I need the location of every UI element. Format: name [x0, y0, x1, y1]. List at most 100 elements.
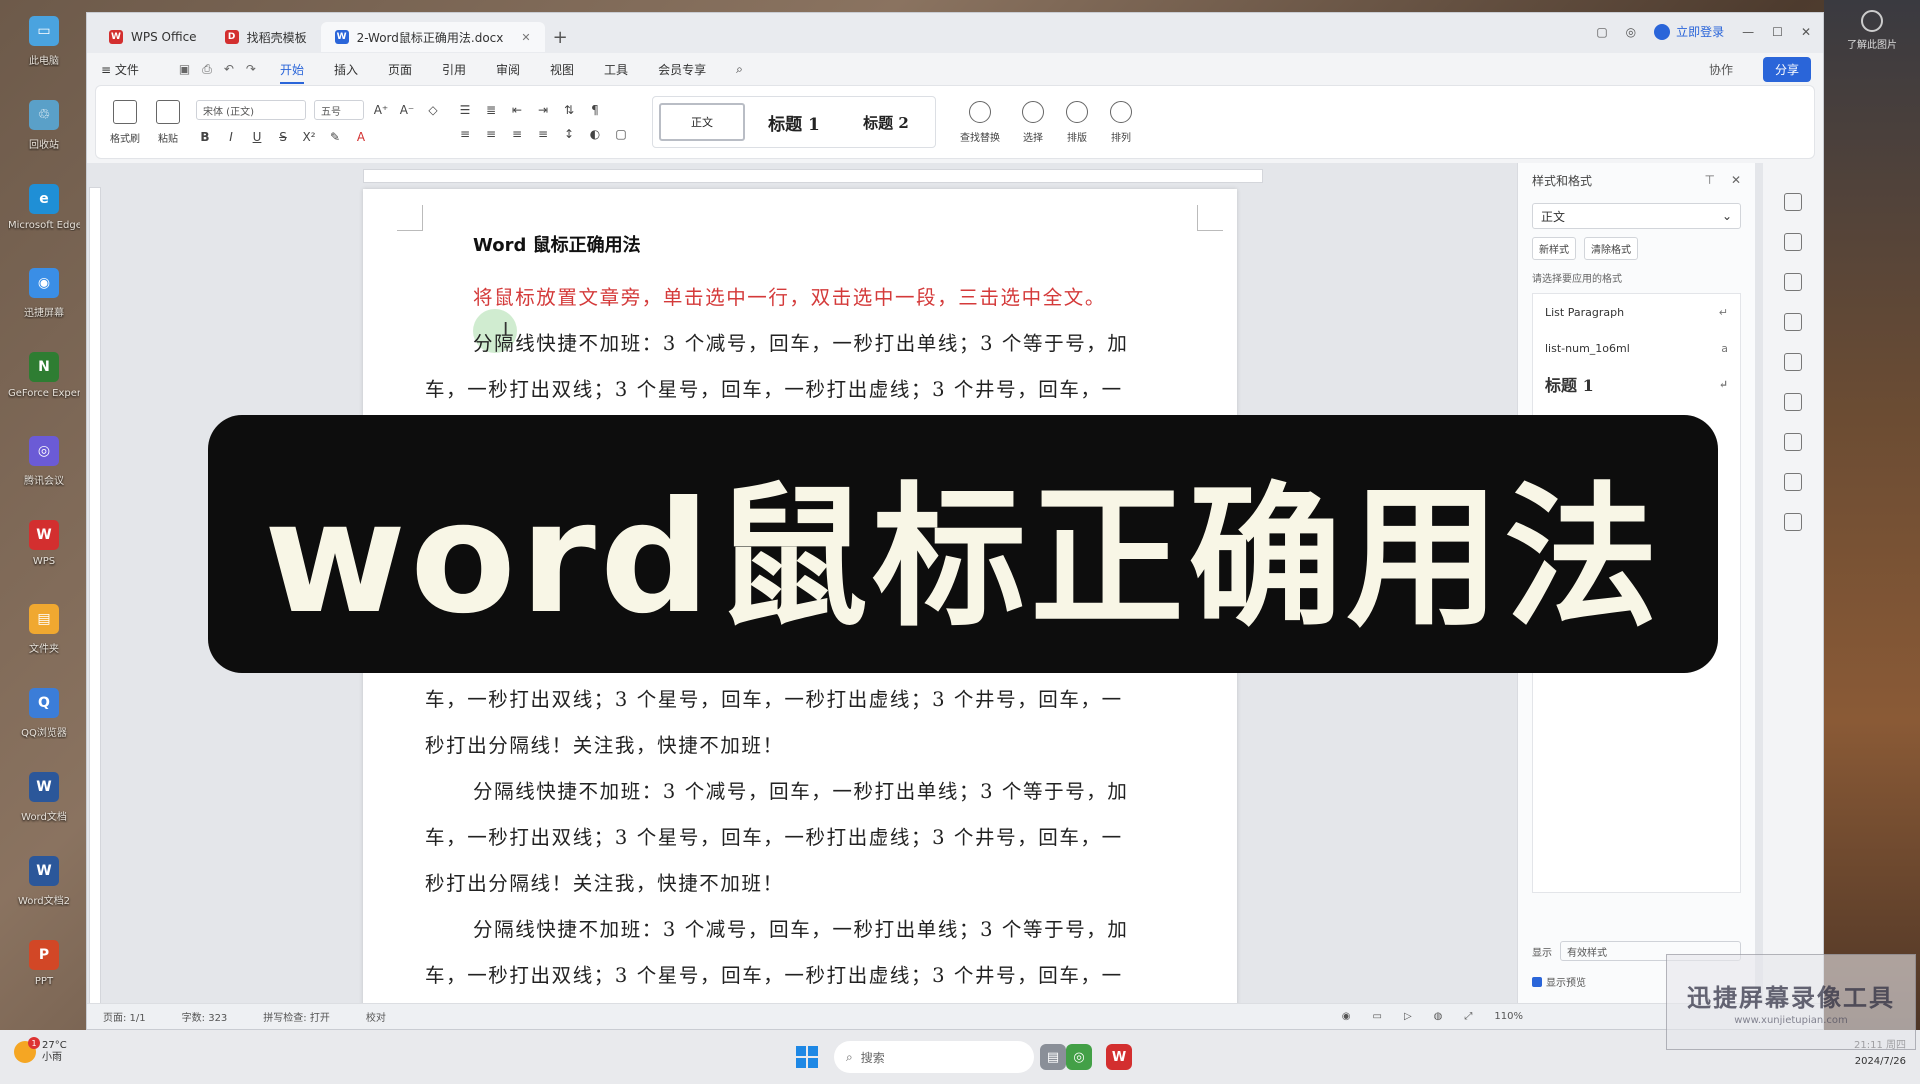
- web-view-icon[interactable]: ◍: [1434, 1011, 1443, 1022]
- desktop-icon[interactable]: W WPS: [8, 514, 80, 598]
- select-icon[interactable]: [1784, 233, 1802, 251]
- edit-icon[interactable]: [1784, 193, 1802, 211]
- wps-taskbar-icon[interactable]: W: [1106, 1044, 1132, 1070]
- strikethrough-icon[interactable]: S̶: [274, 130, 292, 144]
- desktop-icon[interactable]: N GeForce Experience: [8, 346, 80, 430]
- find-replace-button[interactable]: 查找替换: [960, 100, 1000, 144]
- style-heading1[interactable]: 标题 1: [751, 103, 837, 141]
- arrange-button[interactable]: 排列: [1110, 100, 1132, 144]
- desktop-icon[interactable]: ▤ 文件夹: [8, 598, 80, 682]
- undo-icon[interactable]: ↶: [224, 62, 234, 77]
- menu-reference[interactable]: 引用: [442, 61, 466, 78]
- current-style-select[interactable]: 正文 ⌄: [1532, 203, 1741, 229]
- clear-format-icon[interactable]: ◇: [424, 103, 442, 117]
- menu-insert[interactable]: 插入: [334, 61, 358, 78]
- desktop-icon[interactable]: Q QQ浏览器: [8, 682, 80, 766]
- vertical-ruler[interactable]: [89, 187, 101, 1017]
- menu-page[interactable]: 页面: [388, 61, 412, 78]
- maximize-icon[interactable]: ☐: [1772, 25, 1783, 39]
- collab-button[interactable]: 协作: [1709, 61, 1733, 78]
- decrease-indent-icon[interactable]: ⇤: [508, 103, 526, 117]
- file-menu[interactable]: ≡ 文件: [101, 61, 139, 78]
- zoom-fit-icon[interactable]: ⤢: [1464, 1011, 1472, 1022]
- grow-font-icon[interactable]: A⁺: [372, 103, 390, 117]
- desktop-icon[interactable]: ◎ 腾讯会议: [8, 430, 80, 514]
- align-right-icon[interactable]: ≡: [508, 127, 526, 141]
- desktop-icon[interactable]: ♲ 回收站: [8, 94, 80, 178]
- desktop-icon[interactable]: e Microsoft Edge: [8, 178, 80, 262]
- backup-icon[interactable]: [1784, 473, 1802, 491]
- save-icon[interactable]: ▣: [179, 62, 190, 77]
- bullet-list-icon[interactable]: ☰: [456, 103, 474, 117]
- share-button[interactable]: 分享: [1762, 57, 1811, 82]
- font-color-icon[interactable]: A: [352, 130, 370, 144]
- style-item[interactable]: 标题 1 ↵: [1533, 366, 1740, 402]
- navigation-icon[interactable]: [1784, 353, 1802, 371]
- style-normal[interactable]: 正文: [659, 103, 745, 141]
- taskbar-search[interactable]: ⌕ 搜索: [834, 1041, 1034, 1073]
- search-icon[interactable]: ⌕: [736, 62, 743, 77]
- desktop-icon[interactable]: ◉ 迅捷屏幕: [8, 262, 80, 346]
- italic-icon[interactable]: I: [222, 130, 240, 144]
- desktop-icon[interactable]: P PPT: [8, 934, 80, 1018]
- highlight-icon[interactable]: ✎: [326, 130, 344, 144]
- close-window-icon[interactable]: ✕: [1801, 25, 1811, 39]
- word-count[interactable]: 字数: 323: [182, 1009, 228, 1024]
- format-painter-button[interactable]: 格式刷: [110, 99, 140, 145]
- wechat-icon[interactable]: ◎: [1066, 1044, 1092, 1070]
- preview-checkbox[interactable]: 显示预览: [1532, 974, 1586, 989]
- sort-icon[interactable]: ⇅: [560, 103, 578, 117]
- start-button[interactable]: [796, 1046, 818, 1068]
- minimize-icon[interactable]: —: [1742, 25, 1754, 39]
- align-center-icon[interactable]: ≡: [482, 127, 500, 141]
- tab-document[interactable]: W 2-Word鼠标正确用法.docx ✕: [320, 22, 545, 52]
- select-button[interactable]: 选择: [1022, 100, 1044, 144]
- layout-icon[interactable]: ▢: [1596, 25, 1607, 39]
- style-item[interactable]: list-num_1o6ml a: [1533, 330, 1740, 366]
- play-icon[interactable]: ▷: [1404, 1011, 1412, 1022]
- close-panel-icon[interactable]: ✕: [1731, 173, 1741, 187]
- paste-button[interactable]: 粘贴: [156, 99, 180, 145]
- eye-icon[interactable]: ◉: [1342, 1011, 1351, 1022]
- redo-icon[interactable]: ↷: [246, 62, 256, 77]
- new-tab-icon[interactable]: +: [553, 27, 568, 48]
- properties-icon[interactable]: [1784, 273, 1802, 291]
- more-icon[interactable]: [1784, 513, 1802, 531]
- skin-icon[interactable]: ◎: [1626, 25, 1636, 39]
- desktop-icon[interactable]: W Word文档2: [8, 850, 80, 934]
- page-count[interactable]: 页面: 1/1: [103, 1009, 146, 1024]
- increase-indent-icon[interactable]: ⇥: [534, 103, 552, 117]
- clear-format-button[interactable]: 清除格式: [1584, 237, 1638, 260]
- tab-template[interactable]: D 找稻壳模板: [211, 22, 321, 52]
- weather-widget[interactable]: 1 27°C 小雨: [14, 1037, 67, 1064]
- wallpaper-info-widget[interactable]: 了解此图片: [1832, 10, 1912, 51]
- justify-icon[interactable]: ≡: [534, 127, 552, 141]
- shape-icon[interactable]: [1784, 313, 1802, 331]
- menu-view[interactable]: 视图: [550, 61, 574, 78]
- login-button[interactable]: 立即登录: [1654, 23, 1724, 40]
- book-icon[interactable]: [1784, 393, 1802, 411]
- taskbar-app-icon[interactable]: ▤: [1040, 1044, 1066, 1070]
- underline-icon[interactable]: U: [248, 130, 266, 144]
- desktop-icon[interactable]: ▭ 此电脑: [8, 10, 80, 94]
- spell-check-status[interactable]: 拼写检查: 打开: [263, 1009, 330, 1024]
- zoom-level[interactable]: 110%: [1494, 1011, 1523, 1022]
- shading-icon[interactable]: ◐: [586, 127, 604, 141]
- line-spacing-icon[interactable]: ↕: [560, 127, 578, 141]
- close-tab-icon[interactable]: ✕: [521, 31, 530, 44]
- proofread-button[interactable]: 校对: [366, 1009, 386, 1024]
- tab-wps-office[interactable]: W WPS Office: [95, 22, 211, 52]
- show-marks-icon[interactable]: ¶: [586, 103, 604, 117]
- font-name-select[interactable]: 宋体 (正文): [196, 100, 306, 120]
- style-item[interactable]: List Paragraph ↵: [1533, 294, 1740, 330]
- superscript-icon[interactable]: X²: [300, 130, 318, 144]
- font-size-select[interactable]: 五号: [314, 100, 364, 120]
- layout-button[interactable]: 排版: [1066, 100, 1088, 144]
- pin-icon[interactable]: ⊤: [1704, 173, 1714, 187]
- horizontal-ruler[interactable]: [363, 169, 1263, 183]
- border-icon[interactable]: ▢: [612, 127, 630, 141]
- desktop-icon[interactable]: W Word文档: [8, 766, 80, 850]
- menu-member[interactable]: 会员专享: [658, 61, 706, 78]
- new-style-button[interactable]: 新样式: [1532, 237, 1576, 260]
- page-view-icon[interactable]: ▭: [1373, 1011, 1382, 1022]
